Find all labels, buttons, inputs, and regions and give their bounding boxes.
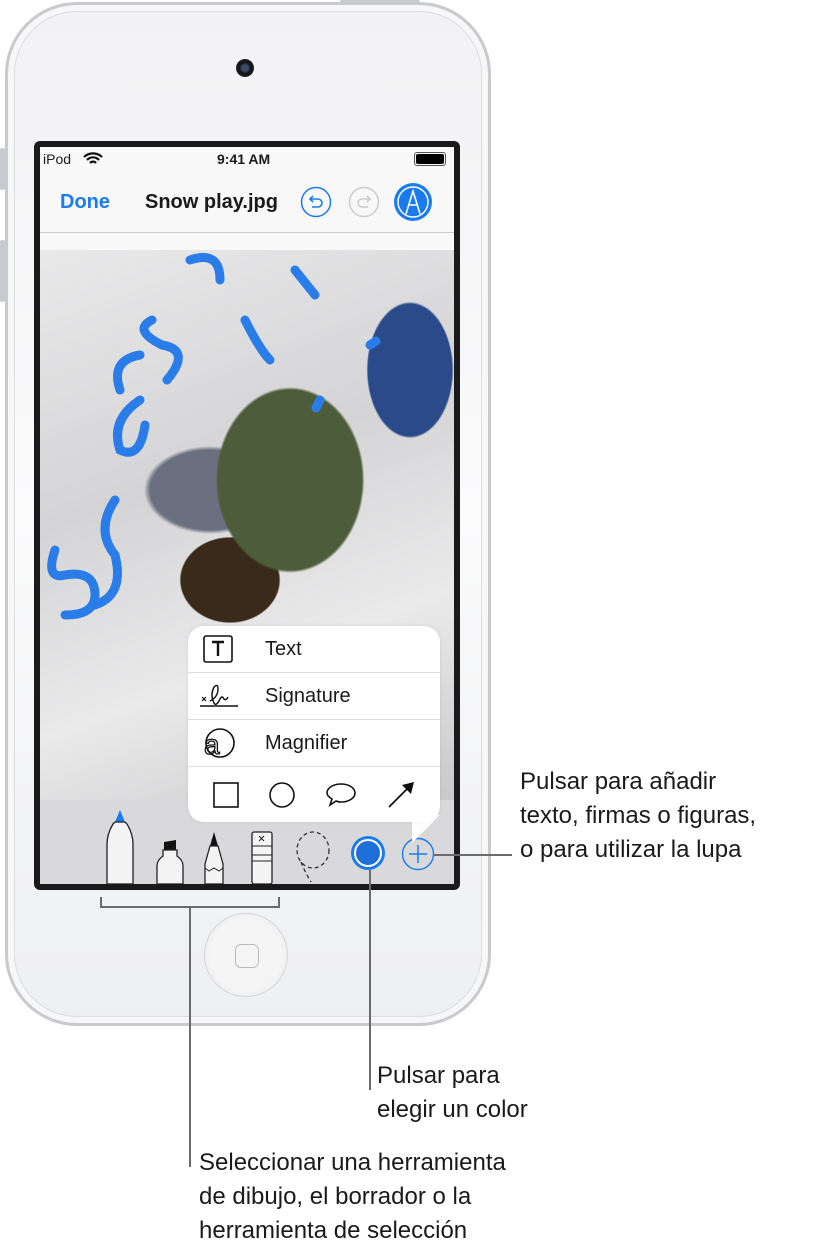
menu-item-label: Magnifier xyxy=(265,731,348,754)
lasso-tool-icon[interactable] xyxy=(293,830,333,884)
circle-icon[interactable] xyxy=(268,781,296,809)
markup-icon[interactable] xyxy=(394,183,432,221)
menu-item-text[interactable]: Text xyxy=(188,626,440,673)
bracket-right xyxy=(278,897,280,907)
callout-line: de dibujo, el borrador o la xyxy=(199,1183,472,1210)
redo-icon[interactable] xyxy=(348,186,380,218)
camera xyxy=(236,59,254,77)
shapes-row xyxy=(188,767,440,822)
battery-icon xyxy=(414,152,446,166)
square-icon[interactable] xyxy=(212,781,240,809)
speech-bubble-icon[interactable] xyxy=(324,781,358,809)
color-callout-line xyxy=(369,870,371,1090)
carrier-label: iPod xyxy=(43,151,72,167)
tools-callout-line xyxy=(189,907,191,1167)
callout-line: Seleccionar una herramienta xyxy=(199,1149,506,1176)
menu-item-magnifier[interactable]: a Magnifier xyxy=(188,720,440,767)
callout-line: Pulsar para añadir xyxy=(520,768,717,795)
magnifier-icon: a xyxy=(203,728,235,760)
signature-icon xyxy=(200,684,238,707)
bracket-left xyxy=(100,897,102,907)
eraser-tool-icon[interactable] xyxy=(250,830,274,884)
menu-item-label: Text xyxy=(265,637,302,660)
menu-item-label: Signature xyxy=(265,684,351,707)
top-button xyxy=(340,0,420,4)
add-menu-popup: Text Signature a Magnifier xyxy=(188,626,440,822)
add-callout: Pulsar para añadir texto, firmas o figur… xyxy=(520,765,756,867)
callout-line: herramienta de selección xyxy=(199,1217,468,1244)
home-button[interactable] xyxy=(204,913,288,997)
menu-item-signature[interactable]: Signature xyxy=(188,673,440,720)
volume-down-button xyxy=(0,240,5,302)
color-picker-button[interactable] xyxy=(350,835,386,871)
callout-line: o para utilizar la lupa xyxy=(520,836,742,863)
file-title: Snow play.jpg xyxy=(145,191,278,213)
wifi-icon xyxy=(83,152,103,164)
pen-tool-icon[interactable] xyxy=(105,808,135,884)
callout-line: Pulsar para xyxy=(377,1062,500,1089)
callout-line: elegir un color xyxy=(377,1096,528,1123)
callout-line: texto, firmas o figuras, xyxy=(520,802,757,829)
arrow-icon[interactable] xyxy=(386,780,416,810)
svg-text:a: a xyxy=(204,729,220,760)
volume-up-button xyxy=(0,148,5,190)
time-label: 9:41 AM xyxy=(217,151,271,167)
pencil-tool-icon[interactable] xyxy=(202,830,226,884)
tools-callout: Seleccionar una herramienta de dibujo, e… xyxy=(199,1146,506,1248)
nav-divider xyxy=(40,232,454,233)
color-callout: Pulsar para elegir un color xyxy=(377,1059,528,1127)
text-box-icon xyxy=(203,635,233,663)
add-callout-line xyxy=(434,854,512,856)
undo-icon[interactable] xyxy=(300,186,332,218)
marker-tool-icon[interactable] xyxy=(156,840,184,884)
done-button[interactable]: Done xyxy=(60,191,110,214)
